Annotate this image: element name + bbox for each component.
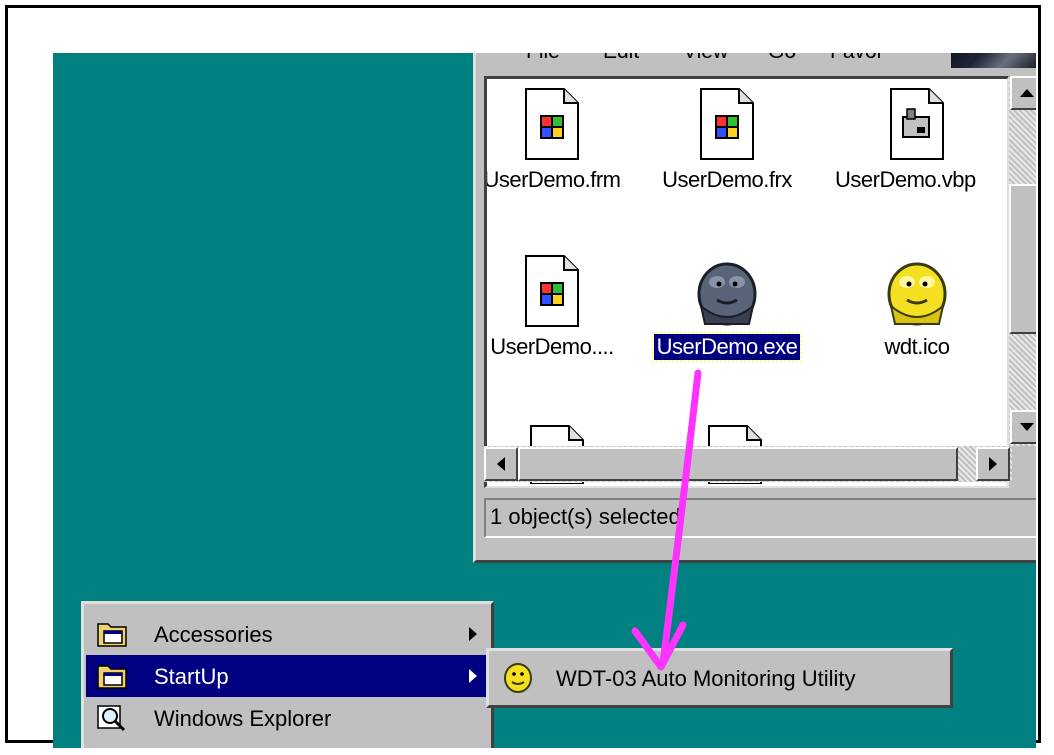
menu-favorites[interactable]: Favor [830, 53, 884, 64]
file-item[interactable]: UserDemo.frx [642, 87, 812, 193]
right-arrow-icon [989, 457, 997, 471]
file-item[interactable]: wdt.ico [832, 254, 1002, 360]
menu-item-accessories[interactable]: Accessories [86, 613, 487, 655]
file-name: UserDemo.vbp [835, 167, 976, 192]
file-item-selected[interactable]: UserDemo.exe [642, 254, 812, 362]
menu-item-label: StartUp [154, 664, 229, 689]
menu-item-wdt-03[interactable]: WDT-03 Auto Monitoring Utility [492, 656, 947, 700]
menu-view[interactable]: View [683, 53, 728, 64]
bulldog-app-icon [504, 663, 532, 693]
explorer-icon [97, 705, 126, 732]
left-arrow-icon [497, 457, 505, 471]
scroll-left-button[interactable] [484, 447, 518, 481]
file-name: UserDemo.... [490, 334, 614, 359]
file-item[interactable]: UserDemo.frm [484, 87, 637, 193]
startup-submenu: WDT-03 Auto Monitoring Utility [486, 648, 953, 708]
file-name: UserDemo.frx [662, 167, 792, 192]
up-arrow-icon [1020, 89, 1034, 97]
file-name: wdt.ico [884, 334, 950, 359]
desktop: File Edit View Go Favor [53, 53, 1036, 748]
submenu-arrow-icon [469, 669, 477, 683]
menu-edit[interactable]: Edit [603, 53, 639, 64]
bulldog-exe-icon [697, 262, 757, 326]
scroll-right-button[interactable] [976, 447, 1010, 481]
horizontal-scroll-thumb[interactable] [518, 447, 958, 481]
file-item[interactable]: UserDemo.vbp [832, 87, 1002, 193]
vb-form-file-icon [700, 88, 754, 160]
menu-item-windows-explorer[interactable]: Windows Explorer [86, 697, 487, 739]
screenshot-frame: File Edit View Go Favor [5, 5, 1041, 748]
throbber-image [951, 53, 1036, 68]
scroll-up-button[interactable] [1010, 76, 1036, 110]
horizontal-scrollbar[interactable] [484, 446, 1012, 482]
submenu-arrow-icon [469, 627, 477, 641]
bulldog-ico-icon [887, 262, 947, 326]
menu-item-label: Windows Explorer [154, 706, 332, 731]
status-bar: 1 object(s) selected [484, 498, 1036, 538]
file-name: UserDemo.frm [484, 167, 621, 192]
programs-menu: Accessories StartUp Windows Explorer [81, 601, 494, 748]
vertical-scroll-thumb[interactable] [1009, 184, 1036, 334]
program-group-icon [97, 623, 127, 647]
program-group-icon [97, 665, 127, 689]
menu-item-label: Accessories [154, 622, 273, 647]
scroll-down-button[interactable] [1010, 410, 1036, 444]
down-arrow-icon [1020, 423, 1034, 431]
vb-form-file-icon [525, 255, 579, 327]
vb-form-file-icon [525, 88, 579, 160]
vb-project-file-icon [890, 88, 944, 160]
menu-item-label: WDT-03 Auto Monitoring Utility [556, 666, 856, 691]
explorer-window: File Edit View Go Favor [473, 53, 1036, 563]
menu-go[interactable]: Go [768, 53, 796, 64]
file-name: UserDemo.exe [651, 332, 803, 362]
file-item[interactable]: UserDemo.... [487, 254, 637, 360]
file-list-pane[interactable]: UserDemo.frm UserDemo.frx UserDemo.vbp U… [484, 76, 1009, 488]
status-text: 1 object(s) selected [490, 504, 681, 529]
menu-item-startup[interactable]: StartUp [86, 655, 487, 697]
menu-file[interactable]: File [526, 53, 560, 64]
